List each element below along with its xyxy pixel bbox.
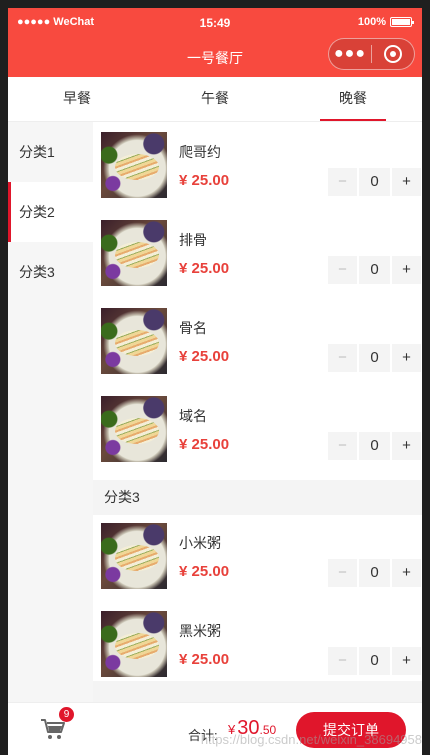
sidebar-item-category2[interactable]: 分类2 — [8, 182, 93, 242]
battery-icon — [390, 17, 414, 27]
list-bottom-spacer — [93, 681, 422, 702]
food-list: 爬哥约 ¥ 25.00 − 0 + 排骨 ¥ 25.00 − 0 + 骨名 ¥ … — [93, 122, 422, 702]
quantity-value: 0 — [359, 432, 390, 460]
food-item: 域名 ¥ 25.00 − 0 + — [93, 388, 422, 476]
food-name: 小米粥 — [179, 535, 221, 551]
more-dots-icon[interactable]: ●●● — [329, 39, 371, 69]
checkout-bar: 9 合计: ¥ 30 .50 提交订单 https://blog.csdn.ne… — [8, 702, 422, 755]
food-image — [101, 308, 167, 374]
quantity-stepper: − 0 + — [328, 647, 421, 675]
food-price: ¥ 25.00 — [179, 563, 230, 580]
minus-button[interactable]: − — [328, 256, 357, 284]
target-close-icon — [384, 45, 402, 63]
food-name: 域名 — [179, 408, 207, 424]
meal-tabs: 早餐 午餐 晚餐 — [8, 77, 422, 122]
food-price: ¥ 25.00 — [179, 348, 230, 365]
food-name: 黑米粥 — [179, 623, 221, 639]
food-price: ¥ 25.00 — [179, 436, 230, 453]
plus-button[interactable]: + — [392, 168, 421, 196]
close-target-button[interactable] — [372, 45, 414, 63]
category-header: 分类3 — [93, 480, 422, 515]
battery-percent: 100% — [357, 16, 386, 28]
minus-button[interactable]: − — [328, 647, 357, 675]
food-name: 排骨 — [179, 232, 207, 248]
quantity-stepper: − 0 + — [328, 168, 421, 196]
food-item: 黑米粥 ¥ 25.00 − 0 + — [93, 603, 422, 691]
tab-breakfast[interactable]: 早餐 — [8, 77, 146, 121]
cart-count-badge: 9 — [59, 707, 74, 722]
plus-button[interactable]: + — [392, 344, 421, 372]
food-image — [101, 396, 167, 462]
food-image — [101, 523, 167, 589]
plus-button[interactable]: + — [392, 647, 421, 675]
quantity-value: 0 — [359, 168, 390, 196]
mini-program-capsule: ●●● — [328, 38, 415, 70]
food-image — [101, 220, 167, 286]
quantity-stepper: − 0 + — [328, 344, 421, 372]
quantity-value: 0 — [359, 256, 390, 284]
quantity-stepper: − 0 + — [328, 559, 421, 587]
quantity-stepper: − 0 + — [328, 432, 421, 460]
top-bar: ●●●●● WeChat 15:49 100% 一号餐厅 ●●● — [8, 8, 422, 77]
tab-dinner[interactable]: 晚餐 — [284, 77, 422, 121]
watermark-text: https://blog.csdn.net/weixin_38694958 — [200, 732, 422, 747]
tab-lunch[interactable]: 午餐 — [146, 77, 284, 121]
minus-button[interactable]: − — [328, 344, 357, 372]
sidebar-item-category3[interactable]: 分类3 — [8, 242, 93, 302]
quantity-value: 0 — [359, 647, 390, 675]
food-name: 骨名 — [179, 320, 207, 336]
food-image — [101, 132, 167, 198]
food-item: 小米粥 ¥ 25.00 − 0 + — [93, 515, 422, 603]
status-bar: ●●●●● WeChat 15:49 100% — [8, 8, 422, 34]
quantity-value: 0 — [359, 344, 390, 372]
food-price: ¥ 25.00 — [179, 651, 230, 668]
category-sidebar: 分类1 分类2 分类3 — [8, 122, 93, 702]
battery-indicator: 100% — [357, 16, 414, 28]
quantity-stepper: − 0 + — [328, 256, 421, 284]
phone-screen: ●●●●● WeChat 15:49 100% 一号餐厅 ●●● 早餐 午餐 晚… — [8, 8, 422, 755]
food-name: 爬哥约 — [179, 144, 221, 160]
plus-button[interactable]: + — [392, 559, 421, 587]
food-item: 排骨 ¥ 25.00 − 0 + — [93, 212, 422, 300]
minus-button[interactable]: − — [328, 432, 357, 460]
plus-button[interactable]: + — [392, 256, 421, 284]
food-image — [101, 611, 167, 677]
food-price: ¥ 25.00 — [179, 172, 230, 189]
minus-button[interactable]: − — [328, 559, 357, 587]
sidebar-item-category1[interactable]: 分类1 — [8, 122, 93, 182]
minus-button[interactable]: − — [328, 168, 357, 196]
quantity-value: 0 — [359, 559, 390, 587]
plus-button[interactable]: + — [392, 432, 421, 460]
food-price: ¥ 25.00 — [179, 260, 230, 277]
food-item: 爬哥约 ¥ 25.00 − 0 + — [93, 124, 422, 212]
food-item: 骨名 ¥ 25.00 − 0 + — [93, 300, 422, 388]
